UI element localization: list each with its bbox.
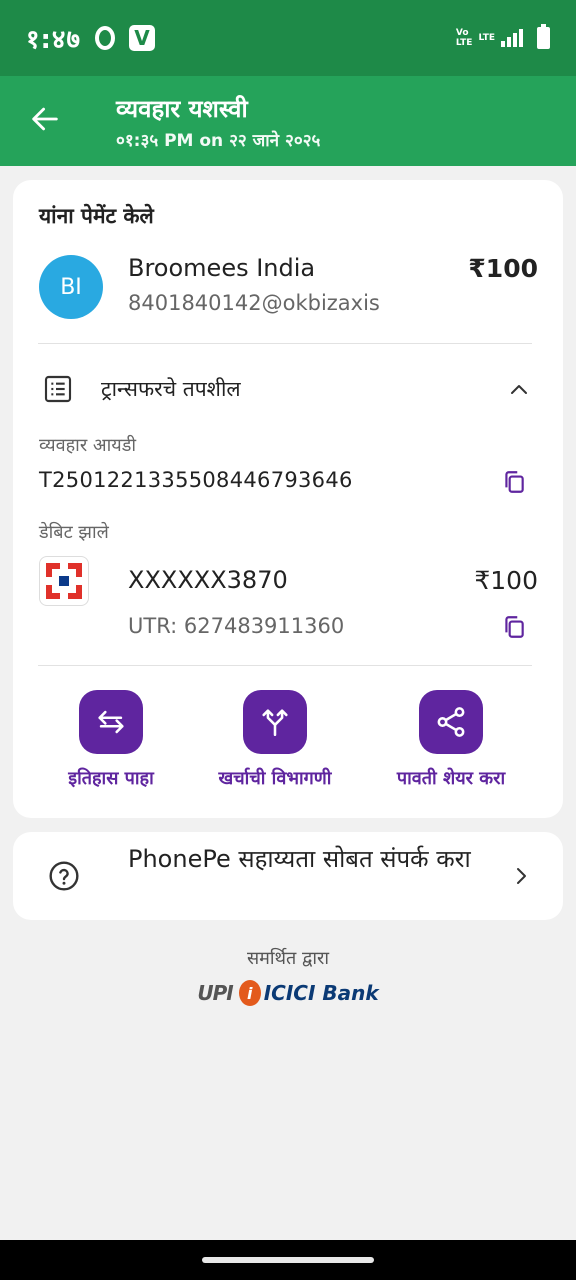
transaction-timestamp: ०१:३५ PM on २२ जाने २०२५ xyxy=(116,131,321,151)
system-nav-bar xyxy=(0,1240,576,1280)
opera-icon xyxy=(94,26,115,50)
status-bar: १:४७ V Vo LTE LTE xyxy=(0,0,576,76)
powered-by-label: समर्थित द्वारा xyxy=(246,948,330,969)
back-arrow-icon[interactable] xyxy=(28,102,62,136)
app-header: व्यवहार यशस्वी ०१:३५ PM on २२ जाने २०२५ xyxy=(0,76,576,166)
divider xyxy=(38,665,532,666)
home-gesture-pill[interactable] xyxy=(202,1257,374,1263)
icici-bank-logo: i ICICI Bank xyxy=(238,980,379,1006)
payee-name: Broomees India xyxy=(128,254,316,282)
partner-logos: UPI i ICICI Bank xyxy=(0,980,576,1006)
contact-support-text: PhonePe सहाय्यता सोबत संपर्क करा xyxy=(128,845,471,873)
split-expense-button[interactable]: खर्चाची विभागणी xyxy=(185,690,365,790)
copy-icon[interactable] xyxy=(501,614,527,640)
lte-label: LTE xyxy=(478,33,495,43)
split-arrows-icon xyxy=(262,709,288,737)
divider xyxy=(38,343,532,344)
volte-label: Vo LTE xyxy=(455,28,473,48)
vi-app-icon: V xyxy=(128,25,155,51)
debited-from-label: डेबिट झाले xyxy=(39,522,109,543)
avatar: BI xyxy=(39,255,103,319)
share-receipt-label: पावती शेयर करा xyxy=(396,768,506,789)
debited-amount: ₹100 xyxy=(474,566,538,595)
transfer-details-title[interactable]: ट्रान्सफरचे तपशील xyxy=(101,375,241,403)
battery-icon xyxy=(537,24,550,49)
utr-number: UTR: 627483911360 xyxy=(128,614,345,638)
history-button[interactable] xyxy=(79,690,143,754)
contact-support-card[interactable]: PhonePe सहाय्यता सोबत संपर्क करा xyxy=(13,832,563,920)
split-expense-label: खर्चाची विभागणी xyxy=(218,768,332,789)
hdfc-bank-logo xyxy=(39,556,89,606)
icici-mark-icon: i xyxy=(238,980,261,1006)
transaction-id-label: व्यवहार आयडी xyxy=(39,435,137,456)
paid-to-label: यांना पेमेंट केले xyxy=(39,204,154,228)
payment-amount: ₹100 xyxy=(468,254,538,283)
list-details-icon xyxy=(44,375,72,403)
help-circle-icon xyxy=(49,861,79,891)
chevron-right-icon xyxy=(517,868,526,884)
debited-account: XXXXXX3870 xyxy=(128,566,288,594)
share-receipt-button[interactable]: पावती शेयर करा xyxy=(361,690,541,790)
split-button[interactable] xyxy=(243,690,307,754)
status-time: १:४७ xyxy=(26,25,81,55)
transaction-card: यांना पेमेंट केले BI Broomees India 8401… xyxy=(13,180,563,818)
payee-upi-id: 8401840142@okbizaxis xyxy=(128,291,380,315)
swap-arrows-icon xyxy=(98,710,124,734)
view-history-label: इतिहास पाहा xyxy=(68,768,154,789)
page-title: व्यवहार यशस्वी xyxy=(116,95,248,123)
icici-bank-text: ICICI Bank xyxy=(263,981,379,1005)
signal-icon xyxy=(501,29,523,47)
view-history-button[interactable]: इतिहास पाहा xyxy=(21,690,201,790)
share-button[interactable] xyxy=(419,690,483,754)
chevron-up-icon[interactable] xyxy=(507,378,531,402)
copy-icon[interactable] xyxy=(501,469,527,495)
share-icon xyxy=(437,707,465,737)
upi-logo: UPI xyxy=(197,981,233,1005)
transaction-id: T2501221335508446793646 xyxy=(39,468,353,492)
status-right: Vo LTE LTE xyxy=(455,24,550,49)
status-left: १:४७ V xyxy=(26,20,155,56)
